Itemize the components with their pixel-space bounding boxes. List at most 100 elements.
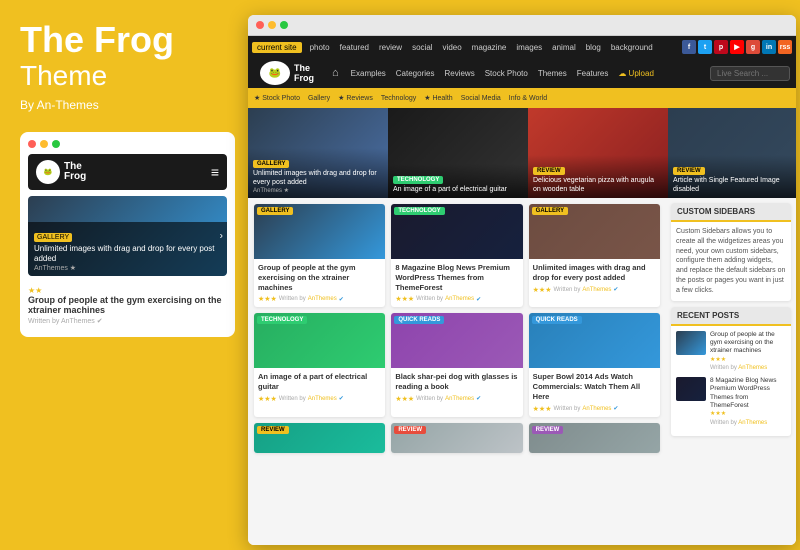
search-input[interactable]: [710, 66, 790, 81]
article-badge-8: REVIEW: [394, 426, 426, 434]
secnav-gallery[interactable]: Gallery: [308, 95, 330, 102]
slide-4-badge: REVIEW: [673, 167, 705, 175]
dot-yellow: [40, 140, 48, 148]
secondary-nav-bar: ★ Stock Photo Gallery ★ Reviews Technolo…: [248, 88, 796, 108]
secnav-technology[interactable]: Technology: [381, 95, 416, 102]
social-pinterest-icon[interactable]: p: [714, 40, 728, 54]
article-thumb-2: TECHNOLOGY: [391, 204, 522, 259]
topnav-images[interactable]: images: [514, 43, 544, 52]
nav-upload[interactable]: ☁ Upload: [618, 69, 654, 78]
topnav-background[interactable]: background: [609, 43, 655, 52]
article-author-3[interactable]: AnThemes: [582, 287, 611, 293]
social-youtube-icon[interactable]: ▶: [730, 40, 744, 54]
recent-title-2: 8 Magazine Blog News Premium WordPress T…: [710, 377, 786, 411]
article-author-1[interactable]: AnThemes: [308, 296, 337, 302]
home-icon[interactable]: ⌂: [328, 67, 343, 79]
article-title-6: Super Bowl 2014 Ads Watch Commercials: W…: [533, 372, 656, 401]
site-logo[interactable]: 🐸 TheFrog: [254, 61, 320, 85]
recent-title-1: Group of people at the gym exercising on…: [710, 331, 786, 356]
recent-meta-1: Written by AnThemes: [710, 364, 786, 372]
article-meta-2: ★★★ Written by AnThemes ✔: [395, 295, 518, 303]
article-meta-4: ★★★ Written by AnThemes ✔: [258, 395, 381, 403]
dot-green: [52, 140, 60, 148]
secnav-info[interactable]: Info & World: [509, 95, 547, 102]
article-card-1: GALLERY Group of people at the gym exerc…: [254, 204, 385, 307]
secnav-social-media[interactable]: Social Media: [461, 95, 501, 102]
article-author-4[interactable]: AnThemes: [308, 396, 337, 402]
article-stars-3: ★★★: [533, 286, 552, 294]
social-rss-icon[interactable]: rss: [778, 40, 792, 54]
article-card-4: TECHNOLOGY An image of a part of electri…: [254, 313, 385, 416]
social-facebook-icon[interactable]: f: [682, 40, 696, 54]
article-author-6[interactable]: AnThemes: [582, 406, 611, 412]
topnav-photo[interactable]: photo: [308, 43, 332, 52]
custom-sidebars-header: CUSTOM SIDEBARS: [671, 203, 791, 222]
slide-4: REVIEW Article with Single Featured Imag…: [668, 108, 796, 198]
recent-author-1[interactable]: AnThemes: [738, 365, 767, 371]
mobile-image-block: GALLERY Unlimited images with drag and d…: [28, 196, 227, 276]
recent-author-2[interactable]: AnThemes: [738, 420, 767, 426]
site-subtitle: Theme: [20, 60, 220, 92]
slide-2-badge: TECHNOLOGY: [393, 176, 443, 184]
topnav-animal[interactable]: animal: [550, 43, 578, 52]
custom-sidebars-widget: CUSTOM SIDEBARS Custom Sidebars allows y…: [671, 203, 791, 301]
article-body-4: An image of a part of electrical guitar …: [254, 368, 385, 407]
secnav-health[interactable]: ★ Health: [424, 94, 452, 102]
article-card-6: QUICK READS Super Bowl 2014 Ads Watch Co…: [529, 313, 660, 416]
topnav-review[interactable]: review: [377, 43, 404, 52]
secnav-stock-photo[interactable]: ★ Stock Photo: [254, 94, 300, 102]
social-linkedin-icon[interactable]: in: [762, 40, 776, 54]
main-nav-links: Examples Categories Reviews Stock Photo …: [351, 69, 654, 78]
article-meta-5: ★★★ Written by AnThemes ✔: [395, 395, 518, 403]
topnav-current-site[interactable]: current site: [252, 42, 302, 53]
nav-categories[interactable]: Categories: [396, 69, 435, 78]
article-badge-2: TECHNOLOGY: [394, 207, 444, 215]
article-meta-1: ★★★ Written by AnThemes ✔: [258, 295, 381, 303]
article-author-5[interactable]: AnThemes: [445, 396, 474, 402]
slide-1-caption: Unlimited images with drag and drop for …: [253, 170, 383, 187]
mobile-bottom-caption: Group of people at the gym exercising on…: [28, 295, 227, 315]
slide-3-badge: REVIEW: [533, 167, 565, 175]
content-area: GALLERY Group of people at the gym exerc…: [248, 198, 796, 545]
nav-reviews[interactable]: Reviews: [444, 69, 474, 78]
topnav-video[interactable]: video: [441, 43, 464, 52]
recent-text-2: 8 Magazine Blog News Premium WordPress T…: [710, 377, 786, 428]
nav-examples[interactable]: Examples: [351, 69, 386, 78]
topnav-social[interactable]: social: [410, 43, 434, 52]
article-badge-7: REVIEW: [257, 426, 289, 434]
article-title-5: Black shar-pei dog with glasses is readi…: [395, 372, 518, 392]
article-author-2[interactable]: AnThemes: [445, 296, 474, 302]
browser-chrome: [248, 15, 796, 36]
social-twitter-icon[interactable]: t: [698, 40, 712, 54]
topnav-blog[interactable]: blog: [584, 43, 603, 52]
featured-slider: GALLERY Unlimited images with drag and d…: [248, 108, 796, 198]
browser-dot-minimize[interactable]: [268, 21, 276, 29]
recent-post-1: Group of people at the gym exercising on…: [676, 331, 786, 373]
article-stars-6: ★★★: [533, 405, 552, 413]
slide-3-caption: Delicious vegetarian pizza with arugula …: [533, 177, 663, 194]
topnav-featured[interactable]: featured: [338, 43, 371, 52]
social-gplus-icon[interactable]: g: [746, 40, 760, 54]
nav-themes[interactable]: Themes: [538, 69, 567, 78]
secnav-reviews[interactable]: ★ Reviews: [338, 94, 373, 102]
hamburger-icon[interactable]: ≡: [211, 164, 219, 180]
article-card-2: TECHNOLOGY 8 Magazine Blog News Premium …: [391, 204, 522, 307]
browser-window: current site photo featured review socia…: [248, 15, 796, 545]
recent-stars-1: ★★★: [710, 356, 786, 364]
browser-dot-maximize[interactable]: [280, 21, 288, 29]
nav-features[interactable]: Features: [577, 69, 609, 78]
article-card-3: GALLERY Unlimited images with drag and d…: [529, 204, 660, 307]
mobile-bottom-meta: Written by AnThemes ✔: [28, 317, 227, 325]
topnav-magazine[interactable]: magazine: [470, 43, 509, 52]
article-stars-2: ★★★: [395, 295, 414, 303]
slide-2-caption: An image of a part of electrical guitar: [393, 186, 523, 194]
article-card-9: REVIEW: [529, 423, 660, 453]
mobile-chevron-icon[interactable]: ›: [220, 230, 223, 241]
recent-meta-2: Written by AnThemes: [710, 419, 786, 427]
nav-stock-photo[interactable]: Stock Photo: [485, 69, 528, 78]
article-body-1: Group of people at the gym exercising on…: [254, 259, 385, 307]
article-thumb-7: REVIEW: [254, 423, 385, 453]
article-verified-3: ✔: [613, 286, 618, 293]
slide-2-overlay: TECHNOLOGY An image of a part of electri…: [388, 164, 528, 198]
browser-dot-close[interactable]: [256, 21, 264, 29]
